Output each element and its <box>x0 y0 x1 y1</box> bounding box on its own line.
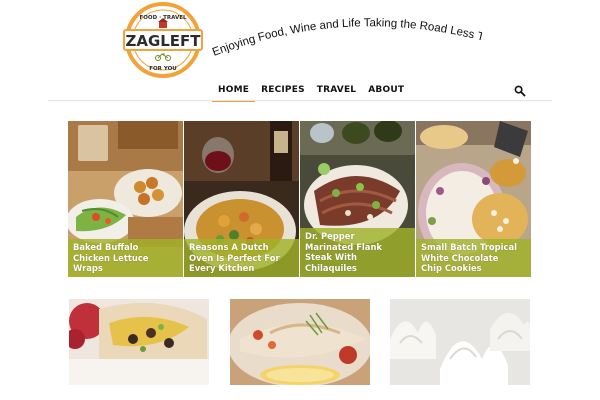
featured-post-3[interactable]: Dr. Pepper Marinated Flank Steak With Ch… <box>300 121 415 277</box>
post-thumbnail-meringue[interactable] <box>390 299 530 385</box>
featured-caption: Small Batch Tropical White Chocolate Chi… <box>416 239 531 277</box>
featured-title-line: Chicken Lettuce <box>73 252 149 263</box>
featured-title-line: Reasons A Dutch <box>189 242 269 252</box>
site-tagline: Enjoying Food, Wine and Life Taking the … <box>209 1 486 72</box>
breakfast-burrito-photo <box>69 299 209 385</box>
featured-caption: Dr. Pepper Marinated Flank Steak With Ch… <box>300 228 415 277</box>
svg-text:Enjoying Food, Wine and Life T: Enjoying Food, Wine and Life Taking the … <box>212 10 482 59</box>
featured-title-line: Chip Cookies <box>421 263 482 273</box>
search-icon[interactable] <box>514 84 526 97</box>
nav-divider <box>48 100 552 101</box>
featured-title-line: Oven Is Perfect For <box>189 252 280 263</box>
post-thumbnail-fish[interactable] <box>230 299 370 385</box>
nav-item-travel[interactable]: TRAVEL <box>311 80 362 100</box>
logo-brand: ZAGLEFT <box>125 32 201 50</box>
whipped-meringue-photo <box>390 299 530 385</box>
featured-post-4[interactable]: Small Batch Tropical White Chocolate Chi… <box>416 121 531 277</box>
featured-post-2[interactable]: Reasons A Dutch Oven Is Perfect For Ever… <box>184 121 299 277</box>
featured-title-line: Chilaquiles <box>305 262 357 273</box>
main-nav: HOME RECIPES TRAVEL ABOUT <box>212 80 410 102</box>
featured-caption: Baked Buffalo Chicken Lettuce Wraps <box>68 239 183 277</box>
featured-title-line: Small Batch Tropical <box>421 242 517 252</box>
logo-bottom-text: FOR YOU <box>149 66 177 72</box>
featured-caption: Reasons A Dutch Oven Is Perfect For Ever… <box>184 239 299 277</box>
tagline-text: Enjoying Food, Wine and Life Taking the … <box>209 1 486 59</box>
baked-fish-photo <box>230 299 370 385</box>
post-thumbnail-burrito[interactable] <box>69 299 209 385</box>
featured-title-line: White Chocolate <box>421 252 499 263</box>
featured-title-line: Every Kitchen <box>189 263 255 273</box>
featured-post-1[interactable]: Baked Buffalo Chicken Lettuce Wraps <box>68 121 183 277</box>
nav-item-about[interactable]: ABOUT <box>362 80 410 100</box>
featured-title-line: Wraps <box>73 263 103 273</box>
featured-title-line: Baked Buffalo <box>73 242 139 252</box>
featured-title-line: Steak With <box>305 252 357 262</box>
featured-title-line: Dr. Pepper <box>305 231 355 241</box>
site-logo[interactable]: FOOD · TRAVEL ZAGLEFT FOR YOU <box>120 2 206 78</box>
featured-grid: Baked Buffalo Chicken Lettuce Wraps Reas… <box>68 121 531 277</box>
nav-item-home[interactable]: HOME <box>212 80 256 102</box>
nav-item-recipes[interactable]: RECIPES <box>255 80 311 100</box>
featured-title-line: Marinated Flank <box>305 241 382 252</box>
